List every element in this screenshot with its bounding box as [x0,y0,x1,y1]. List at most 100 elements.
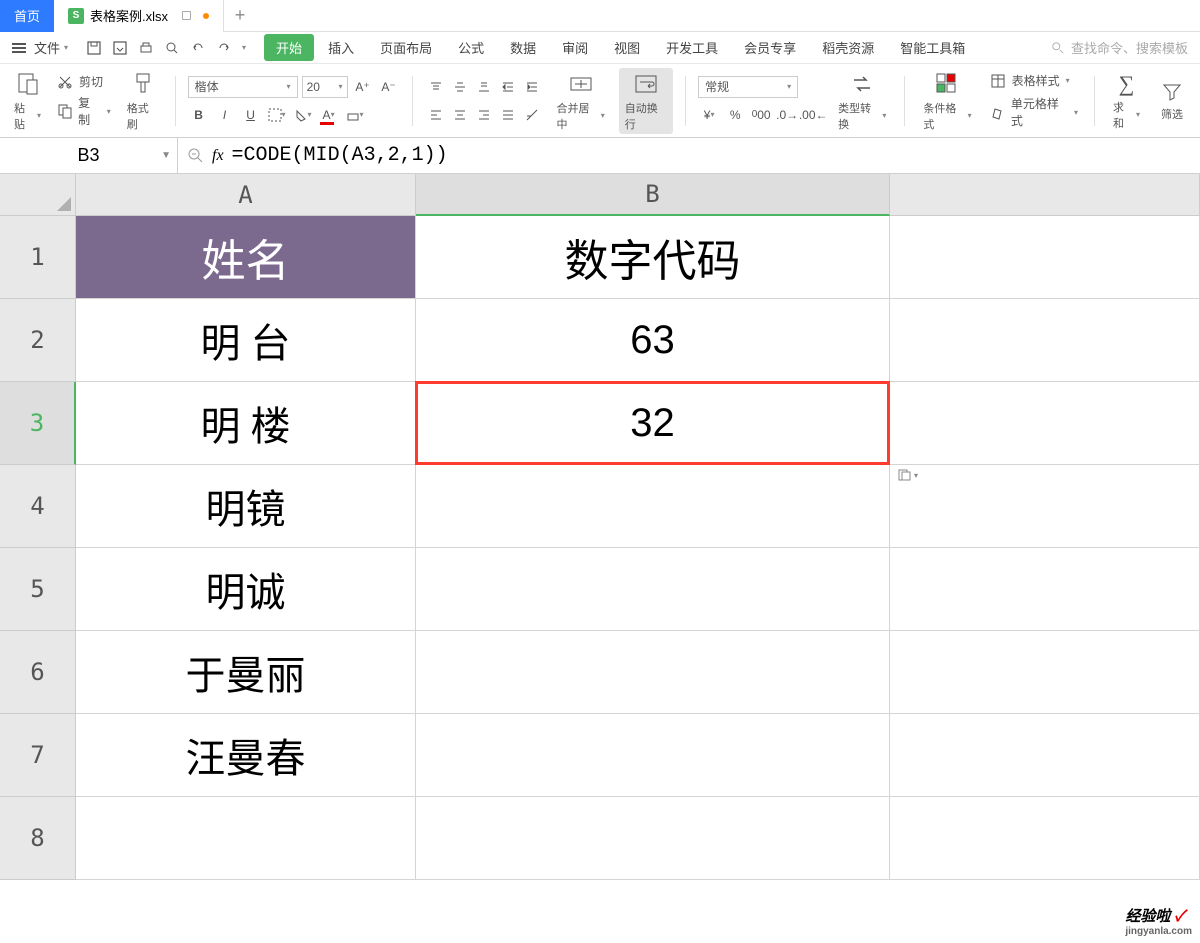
align-top-icon[interactable] [425,76,447,98]
orient-icon[interactable] [521,104,543,126]
menu-稻壳资源[interactable]: 稻壳资源 [810,34,886,61]
select-all-corner[interactable] [0,174,76,216]
wrap-text-button[interactable]: 自动换行 [619,68,673,134]
align-bottom-icon[interactable] [473,76,495,98]
paste-group[interactable]: 粘贴▾ [10,70,45,132]
row-header-2[interactable]: 2 [0,299,76,382]
copy-button[interactable]: 复制▾ [53,94,115,128]
merge-center-button[interactable]: 合并居中▾ [551,68,611,134]
save-icon[interactable] [86,40,102,56]
col-header-A[interactable]: A [76,174,416,216]
menu-视图[interactable]: 视图 [602,34,652,61]
tab-document[interactable]: S 表格案例.xlsx [54,0,224,32]
font-size-select[interactable]: 20▾ [302,76,348,98]
bold-button[interactable]: B [188,104,210,126]
autosum-button[interactable]: ∑ 求和▾ [1107,69,1146,133]
menu-会员专享[interactable]: 会员专享 [732,34,808,61]
number-format-select[interactable]: 常规▾ [698,76,798,98]
menu-审阅[interactable]: 审阅 [550,34,600,61]
cell-x3[interactable] [890,382,1200,465]
cell-a6[interactable]: 于曼丽 [76,631,416,714]
cell-x7[interactable] [890,714,1200,797]
menu-智能工具箱[interactable]: 智能工具箱 [888,34,977,61]
increase-decimal-icon[interactable]: .0→ [776,104,798,126]
cell-b6[interactable] [416,631,890,714]
filter-button[interactable]: 筛选 [1154,78,1190,124]
align-right-icon[interactable] [473,104,495,126]
row-header-6[interactable]: 6 [0,631,76,714]
format-painter[interactable]: 格式刷 [123,70,163,132]
decrease-decimal-icon[interactable]: .00← [802,104,824,126]
menu-插入[interactable]: 插入 [316,34,366,61]
comma-icon[interactable]: 000 [750,104,772,126]
cell-x1[interactable] [890,216,1200,299]
cell-x6[interactable] [890,631,1200,714]
cell-a3[interactable]: 明 楼 [76,382,416,465]
cell-x8[interactable] [890,797,1200,880]
paste-options-icon[interactable]: ▾ [898,469,918,481]
cell-a4[interactable]: 明镜 [76,465,416,548]
cell-b5[interactable] [416,548,890,631]
save-as-icon[interactable] [112,40,128,56]
indent-decrease-icon[interactable] [497,76,519,98]
new-tab-button[interactable]: + [224,5,256,26]
menu-数据[interactable]: 数据 [498,34,548,61]
menu-开始[interactable]: 开始 [264,34,314,61]
row-header-1[interactable]: 1 [0,216,76,299]
menu-开发工具[interactable]: 开发工具 [654,34,730,61]
cut-button[interactable]: 剪切 [53,73,115,90]
name-box[interactable]: B3 ▼ [0,138,178,174]
border-button[interactable]: ▾ [266,104,288,126]
italic-button[interactable]: I [214,104,236,126]
cell-x4[interactable] [890,465,1200,548]
cell-a5[interactable]: 明诚 [76,548,416,631]
print-icon[interactable] [138,40,154,56]
cell-b3[interactable]: 32 [416,382,890,465]
redo-icon[interactable] [216,40,232,56]
highlight-button[interactable]: ▾ [344,104,366,126]
justify-icon[interactable] [497,104,519,126]
row-header-7[interactable]: 7 [0,714,76,797]
cell-b4[interactable] [416,465,890,548]
row-header-5[interactable]: 5 [0,548,76,631]
file-menu[interactable]: 文件 ▾ [12,38,68,57]
col-header-c[interactable] [890,174,1200,216]
percent-icon[interactable]: % [724,104,746,126]
undo-icon[interactable] [190,40,206,56]
underline-button[interactable]: U [240,104,262,126]
tab-home[interactable]: 首页 [0,0,54,32]
col-header-B[interactable]: B [416,174,890,216]
indent-increase-icon[interactable] [521,76,543,98]
table-style-button[interactable]: 表格样式▾ [986,72,1082,89]
increase-font-icon[interactable]: A⁺ [352,76,374,98]
cell-x2[interactable] [890,299,1200,382]
cell-a1[interactable]: 姓名 [76,216,416,299]
menu-页面布局[interactable]: 页面布局 [368,34,444,61]
currency-icon[interactable]: ¥▾ [698,104,720,126]
font-color-button[interactable]: A▾ [318,104,340,126]
align-left-icon[interactable] [425,104,447,126]
cell-a8[interactable] [76,797,416,880]
cell-style-button[interactable]: 单元格样式▾ [986,95,1082,129]
decrease-font-icon[interactable]: A⁻ [378,76,400,98]
fill-color-button[interactable]: ▾ [292,104,314,126]
type-convert-button[interactable]: 类型转换▾ [832,68,892,134]
font-name-select[interactable]: 楷体▾ [188,76,298,98]
cell-b8[interactable] [416,797,890,880]
menu-公式[interactable]: 公式 [446,34,496,61]
cell-x5[interactable] [890,548,1200,631]
conditional-format-button[interactable]: 条件格式▾ [917,68,977,134]
cell-b2[interactable]: 63 [416,299,890,382]
zoom-out-icon[interactable] [188,148,204,164]
row-header-4[interactable]: 4 [0,465,76,548]
preview-icon[interactable] [164,40,180,56]
row-header-8[interactable]: 8 [0,797,76,880]
cell-b1[interactable]: 数字代码 [416,216,890,299]
row-header-3[interactable]: 3 [0,382,76,465]
cell-a2[interactable]: 明 台 [76,299,416,382]
cell-a7[interactable]: 汪曼春 [76,714,416,797]
align-center-icon[interactable] [449,104,471,126]
cell-b7[interactable] [416,714,890,797]
fx-icon[interactable]: fx [212,147,224,165]
qat-more-icon[interactable]: ▾ [242,43,246,52]
